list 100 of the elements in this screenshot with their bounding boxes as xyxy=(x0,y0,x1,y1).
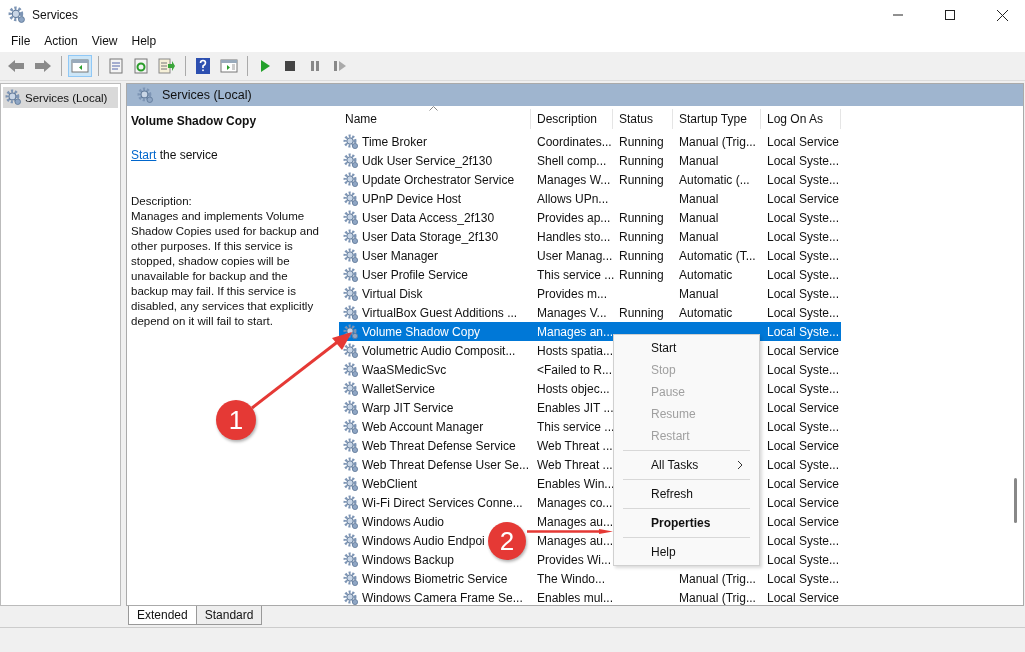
view-tab[interactable]: Extended xyxy=(128,606,197,625)
service-name[interactable]: Windows Audio xyxy=(362,514,445,529)
menu-item-label: Start xyxy=(651,341,677,355)
service-name[interactable]: User Data Access_2f130 xyxy=(362,210,495,225)
table-cell-text: Running xyxy=(618,229,665,244)
table-cell-text: Enables JIT ... xyxy=(536,400,613,415)
table-cell-text: Automatic xyxy=(678,305,734,320)
table-cell-text: Running xyxy=(618,172,665,187)
menu-item[interactable]: Action xyxy=(37,32,85,50)
menu-item-label: Restart xyxy=(651,429,690,443)
gear-icon xyxy=(343,190,359,207)
table-cell-text: Handles sto... xyxy=(536,229,612,244)
table-cell: Local Syste... xyxy=(761,322,841,341)
service-name[interactable]: Windows Backup xyxy=(362,552,455,567)
gear-icon xyxy=(343,437,359,454)
service-name[interactable]: Web Threat Defense User Se... xyxy=(362,457,529,472)
column-header[interactable]: Status xyxy=(613,109,673,129)
menu-item-label: Help xyxy=(651,545,676,559)
table-cell-text: Running xyxy=(618,134,665,149)
table-cell-text: Local Service xyxy=(766,191,841,206)
gear-icon xyxy=(343,399,359,416)
table-cell-text: Manual (Trig... xyxy=(678,590,757,605)
table-cell-text: Automatic xyxy=(678,267,734,282)
context-menu-item[interactable]: Refresh xyxy=(614,483,759,505)
gear-icon xyxy=(343,475,359,492)
sort-caret-icon xyxy=(429,106,438,111)
gear-icon xyxy=(343,418,359,435)
service-name[interactable]: Virtual Disk xyxy=(362,286,423,301)
table-cell-text: Local Syste... xyxy=(766,419,841,434)
column-header[interactable]: Name xyxy=(339,109,531,129)
table-cell-text: Web Threat ... xyxy=(536,457,613,472)
table-cell-text: Manual (Trig... xyxy=(678,571,757,586)
close-icon xyxy=(996,9,1008,21)
start-link[interactable]: Start xyxy=(131,148,157,162)
service-name[interactable]: User Profile Service xyxy=(362,267,469,282)
table-cell-text: Local Service xyxy=(766,438,841,453)
gear-icon xyxy=(343,133,359,150)
gear-icon xyxy=(5,89,22,106)
context-menu-item[interactable]: Properties xyxy=(614,512,759,534)
context-menu-item[interactable]: Help xyxy=(614,541,759,563)
table-cell-text: Allows UPn... xyxy=(536,191,610,206)
service-name[interactable]: Windows Audio Endpoi xyxy=(362,533,485,548)
table-cell-text: Manages V... xyxy=(536,305,608,320)
table-cell-text: Local Syste... xyxy=(766,172,841,187)
table-cell-text: Local Syste... xyxy=(766,571,841,586)
table-cell-text: Enables Win... xyxy=(536,476,613,491)
table-cell-text: <Failed to R... xyxy=(536,362,613,377)
service-name[interactable]: VirtualBox Guest Additions ... xyxy=(362,305,518,320)
table-cell-text: Local Service xyxy=(766,400,841,415)
menu-item[interactable]: File xyxy=(4,32,38,50)
service-name[interactable]: Windows Camera Frame Se... xyxy=(362,590,523,605)
service-name[interactable]: User Data Storage_2f130 xyxy=(362,229,499,244)
gear-icon xyxy=(343,171,359,188)
gear-icon xyxy=(137,86,154,104)
service-name[interactable]: Web Threat Defense Service xyxy=(362,438,516,453)
table-cell-text: Automatic (T... xyxy=(678,248,757,263)
service-name[interactable]: UPnP Device Host xyxy=(362,191,462,206)
view-tab[interactable]: Standard xyxy=(195,606,263,625)
table-cell-text: Hosts objec... xyxy=(536,381,611,396)
gear-icon xyxy=(343,266,359,283)
table-cell-text: Automatic (... xyxy=(678,172,751,187)
menu-item-label: Resume xyxy=(651,407,696,421)
column-header[interactable]: Description xyxy=(531,109,613,129)
maximize-icon xyxy=(945,10,955,20)
service-name[interactable]: Time Broker xyxy=(362,134,427,149)
service-name[interactable]: Web Account Manager xyxy=(362,419,484,434)
table-cell-text: Web Threat ... xyxy=(536,438,613,453)
service-name[interactable]: Windows Biometric Service xyxy=(362,571,508,586)
context-menu-item[interactable]: Start xyxy=(614,337,759,359)
service-name[interactable]: Warp JIT Service xyxy=(362,400,454,415)
gear-icon xyxy=(343,513,359,530)
service-name[interactable]: Volumetric Audio Composit... xyxy=(362,343,516,358)
table-cell-text: Running xyxy=(618,267,665,282)
service-name[interactable]: Wi-Fi Direct Services Conne... xyxy=(362,495,523,510)
table-cell-text: Local Syste... xyxy=(766,248,841,263)
table-cell-text: Manages W... xyxy=(536,172,612,187)
table-cell-text: Provides Wi... xyxy=(536,552,612,567)
tree-item[interactable]: Services (Local) xyxy=(3,87,118,108)
scrollbar-thumb[interactable] xyxy=(1014,478,1017,523)
service-name[interactable]: WaaSMedicSvc xyxy=(362,362,447,377)
column-header[interactable]: Startup Type xyxy=(673,109,761,129)
table-cell-text: Manual xyxy=(678,229,720,244)
service-name[interactable]: Update Orchestrator Service xyxy=(362,172,515,187)
table-cell-text: Manual xyxy=(678,191,720,206)
service-name[interactable]: User Manager xyxy=(362,248,439,263)
table-cell-text: Local Syste... xyxy=(766,552,841,567)
menu-item[interactable]: Help xyxy=(124,32,164,50)
service-name[interactable]: WalletService xyxy=(362,381,435,396)
menu-item[interactable]: View xyxy=(84,32,125,50)
column-header[interactable]: Log On As xyxy=(761,109,841,129)
table-cell-text: Manages au... xyxy=(536,533,613,548)
service-name[interactable]: WebClient xyxy=(362,476,418,491)
table-cell-text: This service ... xyxy=(536,267,613,282)
gear-icon xyxy=(343,494,359,511)
context-menu-item[interactable]: All Tasks xyxy=(614,454,759,476)
service-name[interactable]: Udk User Service_2f130 xyxy=(362,153,493,168)
gear-icon xyxy=(343,152,359,169)
tree-tool-icon[interactable] xyxy=(68,55,92,77)
table-cell-text: Local Service xyxy=(766,590,841,605)
table-cell-text: Hosts spatia... xyxy=(536,343,613,358)
